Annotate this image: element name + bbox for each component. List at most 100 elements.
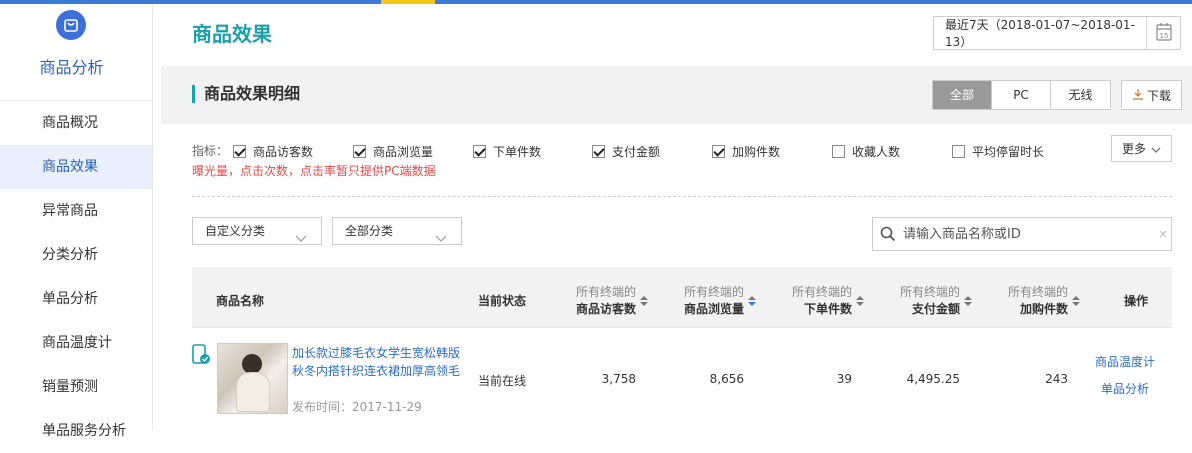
checkbox[interactable] <box>233 145 246 158</box>
thumbnail-figure-body <box>236 372 270 412</box>
sidebar-nav: 商品概况 商品效果 异常商品 分类分析 单品分析 商品温度计 销量预测 单品服务… <box>0 101 152 453</box>
sidebar-title: 商品分析 <box>39 58 104 77</box>
col-payment[interactable]: 所有终端的 支付金额 <box>886 283 960 317</box>
search-input[interactable] <box>903 226 1155 242</box>
checkbox[interactable] <box>473 145 486 158</box>
table-divider <box>192 327 1172 328</box>
download-icon <box>1132 88 1144 103</box>
divider <box>192 196 1172 197</box>
cell-orders: 39 <box>836 372 852 386</box>
terminal-tabs: 全部 PC 无线 <box>932 80 1111 110</box>
sidebar-item-effect[interactable]: 商品效果 <box>0 145 152 189</box>
metric-payment[interactable]: 支付金额 <box>592 143 660 160</box>
search-icon <box>873 226 903 242</box>
metric-label: 平均停留时长 <box>972 145 1045 159</box>
metric-orders[interactable]: 下单件数 <box>473 143 541 160</box>
more-button[interactable]: 更多 <box>1111 135 1172 162</box>
col-main: 下单件数 <box>803 302 852 316</box>
sidebar-item-service[interactable]: 单品服务分析 <box>0 409 152 453</box>
metric-visitors[interactable]: 商品访客数 <box>233 143 313 160</box>
sidebar-item-thermometer[interactable]: 商品温度计 <box>0 321 152 365</box>
thumbnail-figure-head <box>242 354 262 374</box>
col-sub: 所有终端的 <box>791 285 852 299</box>
metric-cart[interactable]: 加购件数 <box>712 143 780 160</box>
more-label: 更多 <box>1121 142 1146 156</box>
tab-all[interactable]: 全部 <box>933 81 992 109</box>
chevron-down-icon <box>435 226 447 252</box>
checkbox[interactable] <box>832 145 845 158</box>
col-orders[interactable]: 所有终端的 下单件数 <box>776 283 852 317</box>
sidebar-item-forecast[interactable]: 销量预测 <box>0 365 152 409</box>
table-header: 商品名称 当前状态 所有终端的 商品访客数 所有终端的 商品浏览量 所有终端的 … <box>192 267 1172 327</box>
sort-icon[interactable] <box>964 295 972 307</box>
sidebar-item-overview[interactable]: 商品概况 <box>0 101 152 145</box>
metric-label: 加购件数 <box>732 145 781 159</box>
metrics-label: 指标： <box>192 144 229 158</box>
sidebar-brand: 商品分析 <box>0 4 152 101</box>
cell-status: 当前在线 <box>478 374 527 388</box>
page-title: 商品效果 <box>192 22 272 46</box>
col-visitors[interactable]: 所有终端的 商品访客数 <box>562 283 636 317</box>
shopping-bag-icon <box>56 10 86 40</box>
sidebar-item-abnormal[interactable]: 异常商品 <box>0 189 152 233</box>
select-value: 全部分类 <box>345 224 394 238</box>
mobile-device-icon <box>192 344 210 366</box>
single-analysis-link[interactable]: 单品分析 <box>1101 380 1149 397</box>
thermometer-link[interactable]: 商品温度计 <box>1095 353 1155 370</box>
checkbox[interactable] <box>353 145 366 158</box>
product-name-link[interactable]: 加长款过膝毛衣女学生宽松韩版秋冬内搭针织连衣裙加厚高领毛 <box>292 344 467 380</box>
sidebar-item-single[interactable]: 单品分析 <box>0 277 152 321</box>
product-thumbnail[interactable] <box>217 343 288 414</box>
sort-icon[interactable] <box>856 295 864 307</box>
download-label: 下载 <box>1146 88 1171 103</box>
all-category-select[interactable]: 全部分类 <box>332 217 462 245</box>
col-sub: 所有终端的 <box>899 285 960 299</box>
cell-payment: 4,495.25 <box>906 372 960 386</box>
cell-cart: 243 <box>1045 372 1068 386</box>
clear-icon[interactable]: ✕ <box>1155 228 1171 241</box>
section-header: 商品效果明细 全部 PC 无线 下载 <box>161 66 1192 124</box>
checkbox[interactable] <box>592 145 605 158</box>
col-sub: 所有终端的 <box>683 285 744 299</box>
chevron-down-icon <box>295 226 307 252</box>
metric-label: 收藏人数 <box>852 145 901 159</box>
date-range-text: 最近7天（2018-01-07~2018-01-13） <box>945 18 1135 49</box>
calendar-icon[interactable]: 15 <box>1146 17 1180 49</box>
col-main: 商品访客数 <box>575 302 636 316</box>
sort-desc-icon[interactable] <box>748 295 756 307</box>
col-status: 当前状态 <box>478 294 527 308</box>
metric-label: 商品浏览量 <box>373 145 434 159</box>
metrics-note: 曝光量，点击次数，点击率暂只提供PC端数据 <box>192 164 436 178</box>
metric-label: 商品访客数 <box>253 145 314 159</box>
custom-category-select[interactable]: 自定义分类 <box>192 217 322 245</box>
col-name: 商品名称 <box>216 294 265 308</box>
metric-stay-time[interactable]: 平均停留时长 <box>952 143 1044 160</box>
download-button[interactable]: 下载 <box>1121 80 1182 110</box>
checkbox[interactable] <box>952 145 965 158</box>
section-title: 商品效果明细 <box>192 85 300 103</box>
col-main: 加购件数 <box>1019 302 1068 316</box>
col-actions: 操作 <box>1124 294 1149 308</box>
tab-wireless[interactable]: 无线 <box>1051 81 1110 109</box>
sidebar-item-category[interactable]: 分类分析 <box>0 233 152 277</box>
tab-pc[interactable]: PC <box>992 81 1051 109</box>
metric-label: 下单件数 <box>493 145 542 159</box>
main-content: 商品效果 最近7天（2018-01-07~2018-01-13） 15 商品效果… <box>161 4 1192 430</box>
metric-views[interactable]: 商品浏览量 <box>353 143 433 160</box>
col-sub: 所有终端的 <box>575 285 636 299</box>
cell-views: 8,656 <box>709 372 744 386</box>
select-value: 自定义分类 <box>205 224 266 238</box>
checkbox[interactable] <box>712 145 725 158</box>
col-main: 商品浏览量 <box>683 302 744 316</box>
metric-favorites[interactable]: 收藏人数 <box>832 143 900 160</box>
product-publish-date: 发布时间：2017-11-29 <box>292 400 422 414</box>
col-sub: 所有终端的 <box>1007 285 1068 299</box>
sort-icon[interactable] <box>640 295 648 307</box>
col-cart[interactable]: 所有终端的 加购件数 <box>994 283 1068 317</box>
chevron-down-icon <box>1151 142 1161 156</box>
date-range-picker[interactable]: 最近7天（2018-01-07~2018-01-13） 15 <box>933 16 1181 50</box>
sort-icon[interactable] <box>1072 295 1080 307</box>
col-views[interactable]: 所有终端的 商品浏览量 <box>670 283 744 317</box>
calendar-day: 15 <box>1160 32 1169 40</box>
search-box: ✕ <box>872 217 1172 251</box>
